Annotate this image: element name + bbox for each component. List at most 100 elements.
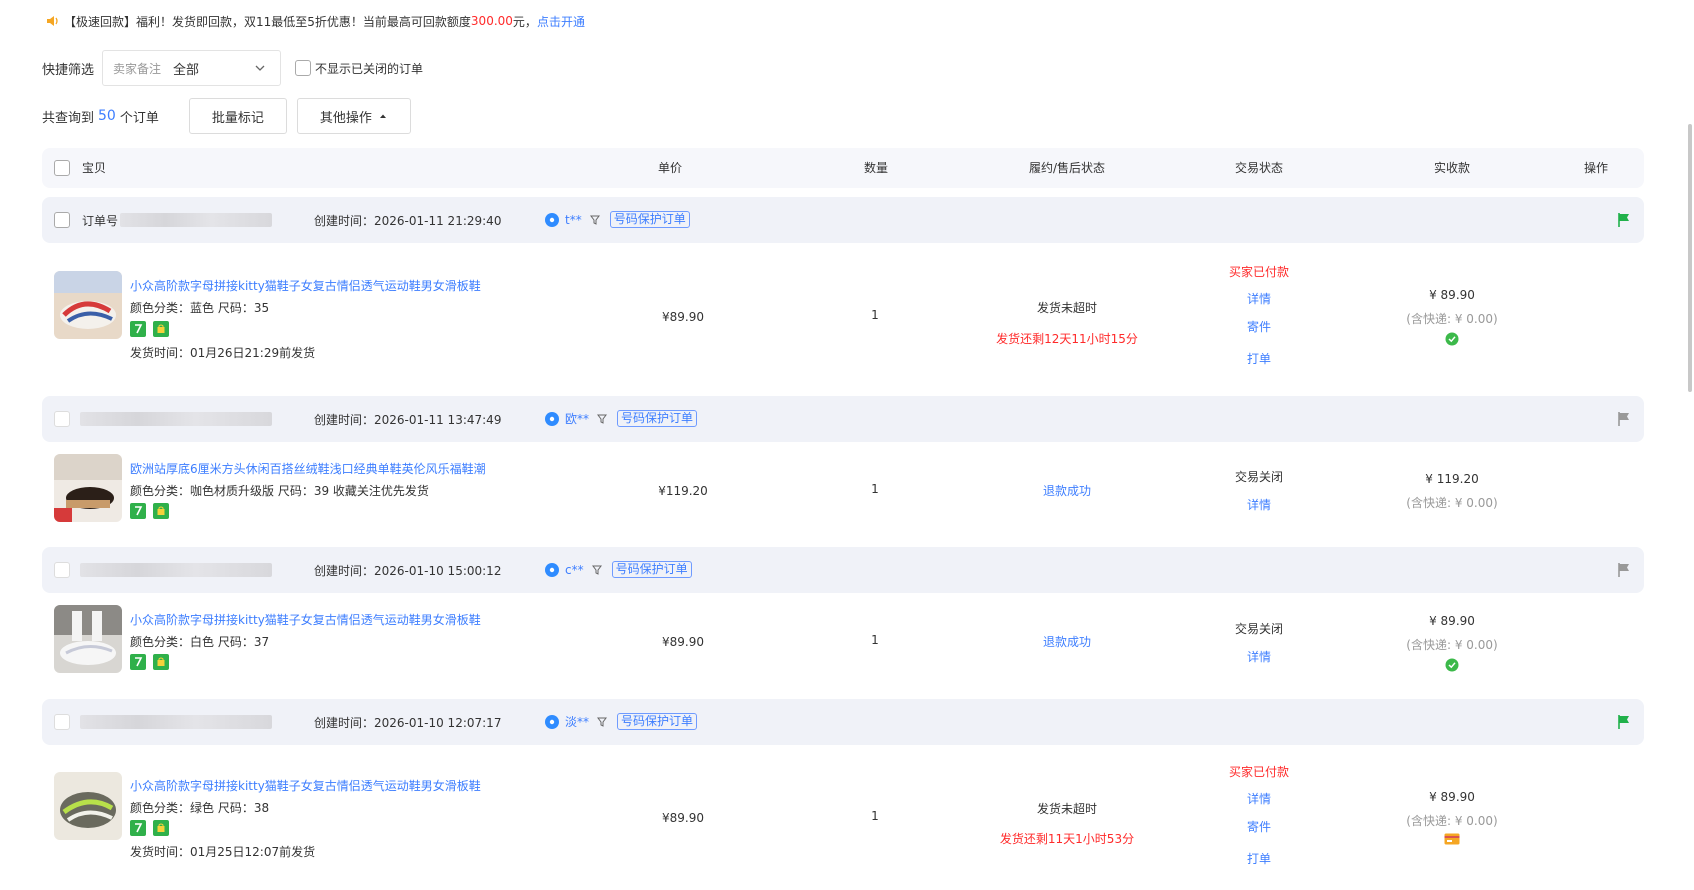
detail-link[interactable]: 详情: [1247, 496, 1271, 513]
product-title-link[interactable]: 欧洲站厚底6厘米方头休闲百搭丝绒鞋浅口经典单鞋英伦风乐福鞋潮: [130, 460, 486, 477]
chevron-down-icon: [255, 65, 265, 71]
notice-amount: 300.00: [470, 14, 513, 28]
product-title-link[interactable]: 小众高阶款字母拼接kitty猫鞋子女复古情侣透气运动鞋男女滑板鞋: [130, 611, 481, 628]
product-attributes: 颜色分类：蓝色 尺码：35: [130, 301, 270, 315]
flag-icon[interactable]: [1616, 562, 1632, 578]
order-count: 50: [98, 108, 116, 124]
table-header: 宝贝 单价 数量 履约/售后状态 交易状态 实收款 操作: [42, 148, 1644, 188]
seven-day-return-icon: [130, 321, 146, 337]
print-waybill-link[interactable]: 打单: [1247, 850, 1271, 867]
send-parcel-link[interactable]: 寄件: [1247, 818, 1271, 835]
shopping-bag-icon: [153, 820, 169, 836]
trade-status: 交易关闭: [1234, 470, 1284, 484]
order-checkbox[interactable]: [54, 411, 70, 427]
number-protection-tag: 号码保护订单: [609, 211, 690, 228]
summary-row: 共查询到 50 个订单 批量标记 其他操作: [42, 98, 411, 134]
detail-link[interactable]: 详情: [1247, 790, 1271, 807]
buyer-name[interactable]: 欧**: [565, 410, 589, 427]
flag-icon[interactable]: [1616, 212, 1632, 228]
order-checkbox[interactable]: [54, 714, 70, 730]
refund-success-link[interactable]: 退款成功: [1043, 633, 1091, 650]
filter-icon[interactable]: [597, 717, 608, 727]
detail-link[interactable]: 详情: [1247, 290, 1271, 307]
notice-text: 【极速回款】福利！发货即回款，双11最低至5折优惠！当前最高可回款额度: [64, 14, 471, 29]
number-protection-tag: 号码保护订单: [611, 561, 692, 578]
amount-received: ¥ 119.20: [1425, 472, 1479, 486]
promo-notice: 【极速回款】福利！发货即回款，双11最低至5折优惠！当前最高可回款额度 300.…: [46, 12, 585, 30]
trade-status: 买家已付款: [1228, 265, 1290, 279]
service-badges: [130, 503, 176, 519]
order-created-time: 创建时间：2026-01-11 13:47:49: [314, 413, 502, 427]
shipping-fee: (含快递: ¥ 0.00): [1406, 312, 1498, 326]
flag-icon[interactable]: [1616, 714, 1632, 730]
ship-remaining-time: 发货还剩12天11小时15分: [996, 332, 1138, 346]
notice-open-link[interactable]: 点击开通: [537, 13, 585, 30]
col-item: 宝贝: [82, 161, 107, 175]
order-header: 创建时间：2026-01-10 15:00:12 c** 号码保护订单: [42, 547, 1644, 593]
seven-day-return-icon: [130, 503, 146, 519]
buyer-name[interactable]: 淡**: [565, 713, 589, 730]
notice-unit: 元，: [512, 14, 537, 29]
chat-icon[interactable]: [544, 212, 560, 228]
amount-received: ¥ 89.90: [1429, 790, 1475, 804]
col-quantity: 数量: [863, 161, 889, 175]
buyer-name[interactable]: t**: [565, 213, 582, 227]
shipping-fee: (含快递: ¥ 0.00): [1406, 814, 1498, 828]
chat-icon[interactable]: [544, 562, 560, 578]
product-thumbnail[interactable]: [54, 454, 122, 522]
order-created-time: 创建时间：2026-01-11 21:29:40: [314, 214, 502, 228]
order-header: 订单号 创建时间：2026-01-11 21:29:40 t** 号码保护订单: [42, 197, 1644, 243]
hide-closed-label: 不显示已关闭的订单: [315, 61, 424, 76]
page-scrollbar[interactable]: [1688, 124, 1692, 392]
speaker-icon: [47, 16, 58, 26]
unit-price: ¥89.90: [662, 310, 704, 324]
batch-mark-label: 批量标记: [211, 110, 264, 126]
seller-note-select[interactable]: 卖家备注 全部: [102, 50, 282, 86]
unit-price: ¥89.90: [662, 635, 704, 649]
product-thumbnail[interactable]: [54, 271, 122, 339]
chat-icon[interactable]: [544, 714, 560, 730]
quick-filter-row: 快捷筛选 卖家备注 全部 不显示已关闭的订单: [42, 50, 423, 86]
seven-day-return-icon: [130, 820, 146, 836]
product-attributes: 颜色分类：咖色材质升级版 尺码：39 收藏关注优先发货: [130, 484, 429, 498]
batch-mark-button[interactable]: 批量标记: [188, 98, 287, 134]
card-pay-icon: [1444, 833, 1460, 845]
product-thumbnail[interactable]: [54, 605, 122, 673]
col-trade-status: 交易状态: [1234, 161, 1284, 175]
hide-closed-checkbox[interactable]: [295, 60, 312, 76]
order-id-label: 订单号: [82, 214, 119, 228]
col-fulfilment-status: 履约/售后状态: [1028, 161, 1106, 175]
unit-price: ¥89.90: [662, 811, 704, 825]
order-checkbox[interactable]: [54, 212, 70, 228]
product-attributes: 颜色分类：白色 尺码：37: [130, 635, 270, 649]
select-prefix: 卖家备注: [113, 61, 162, 76]
buyer-info: c** 号码保护订单: [544, 561, 692, 578]
chat-icon[interactable]: [544, 411, 560, 427]
send-parcel-link[interactable]: 寄件: [1247, 318, 1271, 335]
filter-icon[interactable]: [591, 565, 602, 575]
product-title-link[interactable]: 小众高阶款字母拼接kitty猫鞋子女复古情侣透气运动鞋男女滑板鞋: [130, 777, 481, 794]
trade-status: 买家已付款: [1228, 765, 1290, 779]
buyer-info: 欧** 号码保护订单: [544, 410, 698, 427]
product-thumbnail[interactable]: [54, 772, 122, 840]
select-value: 全部: [173, 62, 200, 78]
order-created-time: 创建时间：2026-01-10 12:07:17: [314, 716, 502, 730]
quantity: 1: [871, 633, 879, 647]
shopping-bag-icon: [153, 321, 169, 337]
chevron-up-icon: [379, 114, 386, 118]
print-waybill-link[interactable]: 打单: [1247, 350, 1271, 367]
detail-link[interactable]: 详情: [1247, 648, 1271, 665]
filter-icon[interactable]: [597, 414, 608, 424]
seven-day-return-icon: [130, 654, 146, 670]
buyer-name[interactable]: c**: [565, 563, 584, 577]
select-all-checkbox[interactable]: [54, 160, 70, 176]
service-badges: [130, 321, 176, 337]
service-badges: [130, 654, 176, 670]
other-operations-button[interactable]: 其他操作: [296, 98, 411, 134]
filter-icon[interactable]: [589, 215, 600, 225]
order-checkbox[interactable]: [54, 562, 70, 578]
refund-success-link[interactable]: 退款成功: [1043, 482, 1091, 499]
order-id-redacted: [120, 213, 272, 227]
product-title-link[interactable]: 小众高阶款字母拼接kitty猫鞋子女复古情侣透气运动鞋男女滑板鞋: [130, 277, 481, 294]
flag-icon[interactable]: [1616, 411, 1632, 427]
